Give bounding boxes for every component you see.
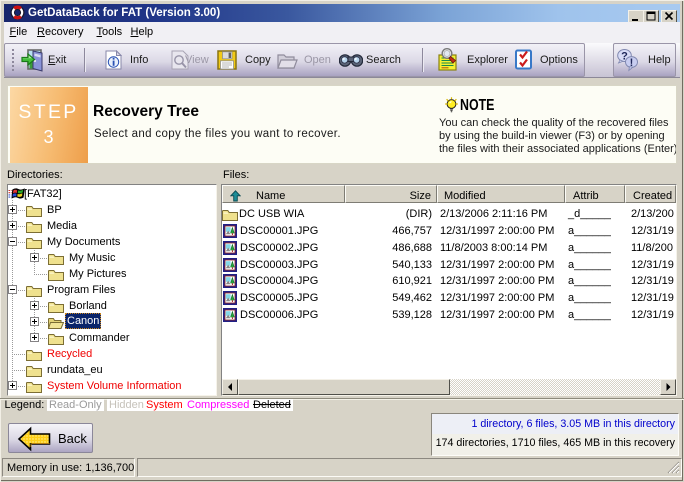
svg-text:!: ! [630,57,634,69]
